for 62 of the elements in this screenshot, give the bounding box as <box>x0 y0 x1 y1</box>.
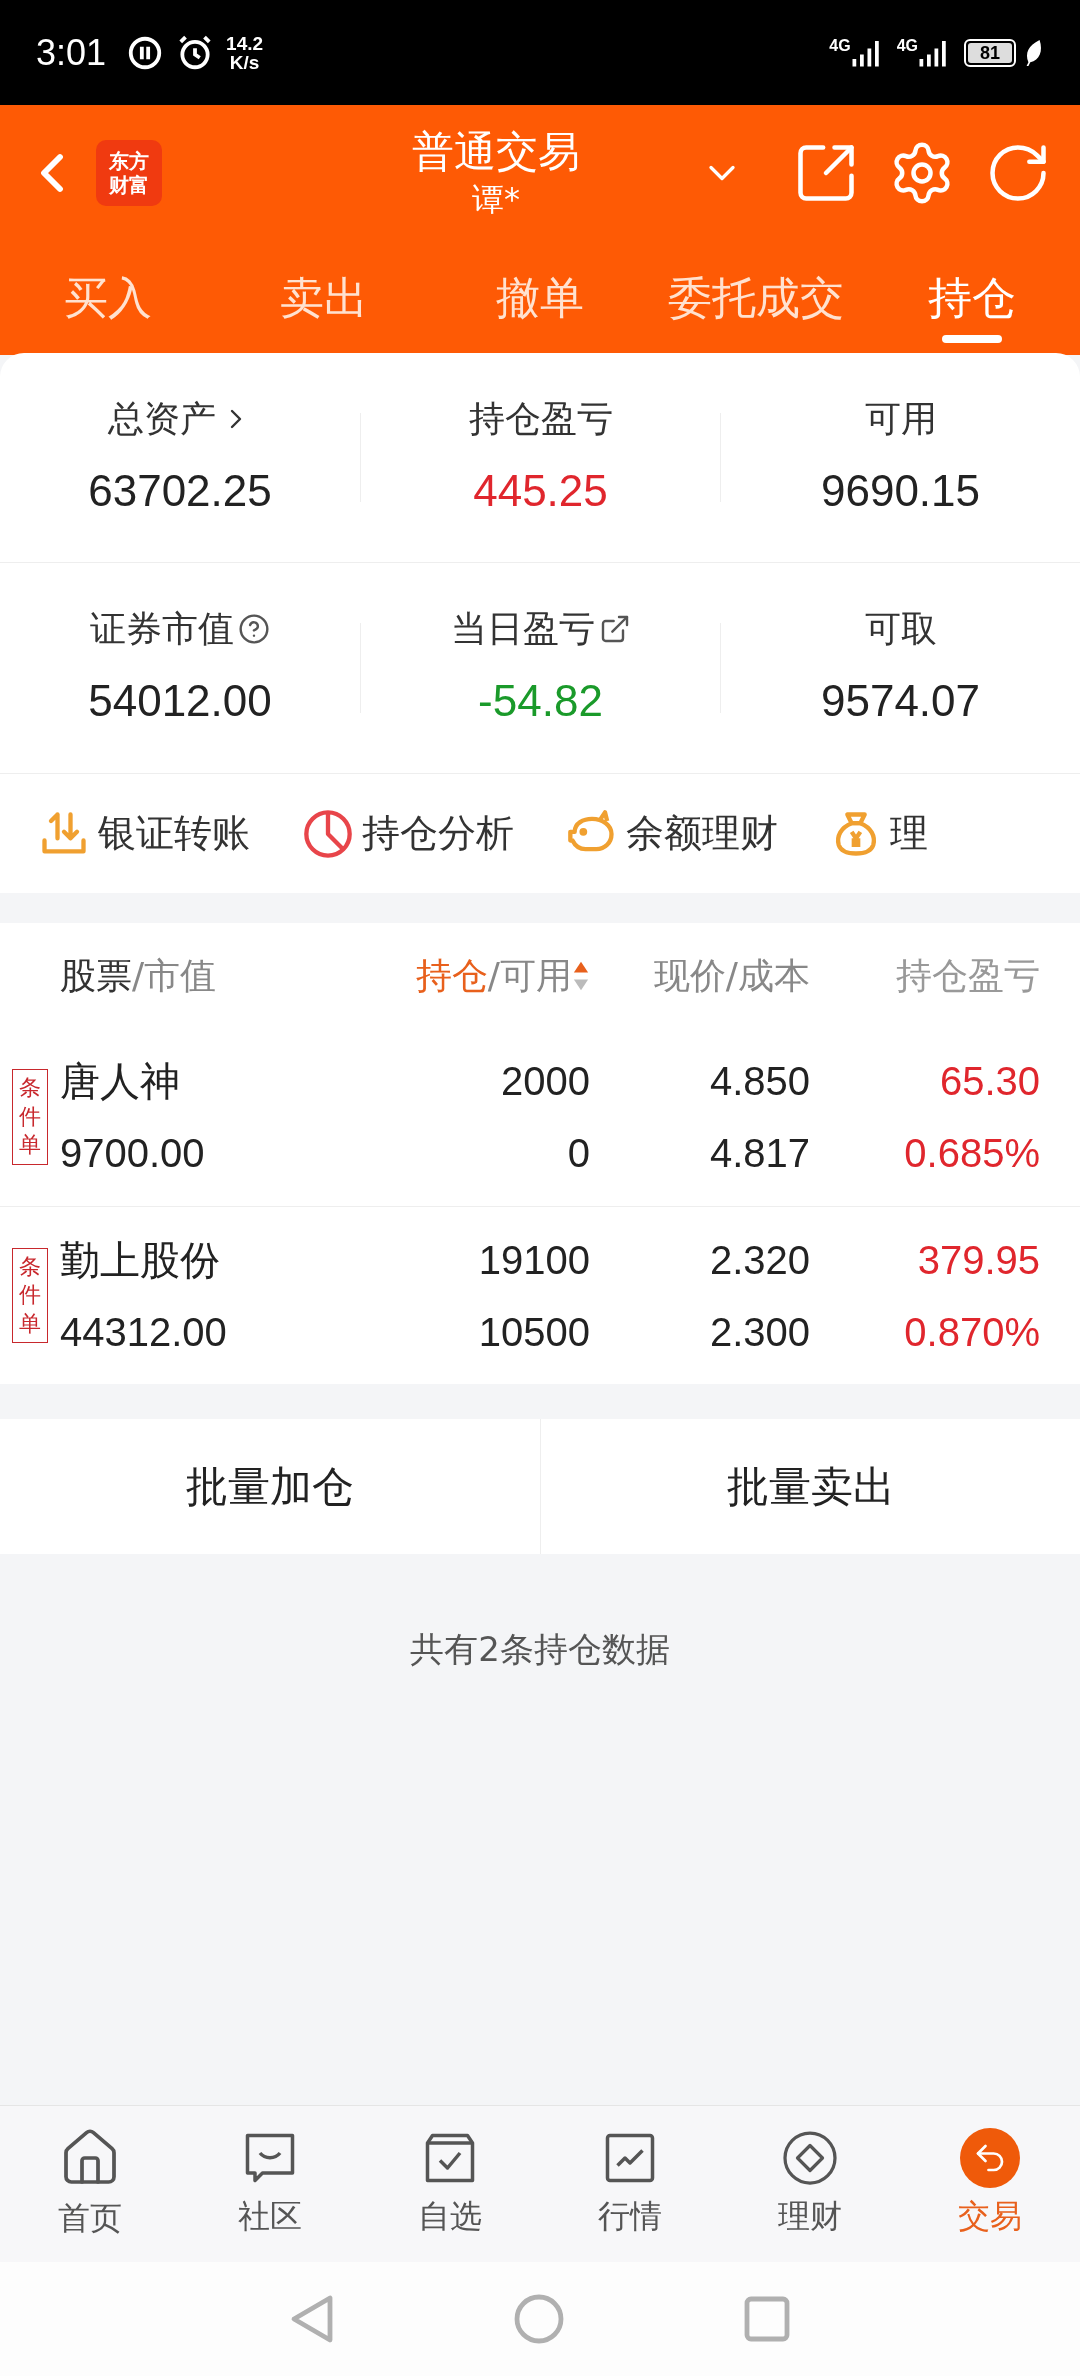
summary-value: 9690.15 <box>820 464 981 517</box>
profit-loss-percent: 0.685% <box>904 1130 1040 1177</box>
summary-label: 可取 <box>864 607 937 651</box>
battery-level: 81 <box>980 43 1000 62</box>
available-quantity: 10500 <box>478 1308 590 1356</box>
summary-label: 证券市值 <box>90 607 234 651</box>
network-type: 4G <box>829 37 851 54</box>
shortcut-button[interactable]: 余额理财 <box>566 805 778 862</box>
holding-quantity: 19100 <box>478 1236 590 1284</box>
summary-value: 63702.25 <box>88 464 272 517</box>
nav-item[interactable]: 行情 <box>540 2106 720 2262</box>
recents-square-icon[interactable] <box>744 2296 790 2342</box>
column-header[interactable]: 股票/市值 <box>60 948 217 1003</box>
holding-quantity: 2000 <box>501 1058 590 1105</box>
nav-item[interactable]: 社区 <box>180 2106 360 2262</box>
diamond-circle-icon <box>780 2128 840 2188</box>
stock-name[interactable]: 唐人神 <box>60 1051 360 1111</box>
summary-value: 445.25 <box>473 464 608 517</box>
condition-order-tag: 条件单 <box>12 1247 48 1344</box>
network-speed: 14.2 <box>226 33 264 53</box>
batch-button[interactable]: 批量卖出 <box>540 1419 1080 1554</box>
holdings-count-note: 共有2条持仓数据 <box>410 1628 670 1671</box>
back-triangle-icon[interactable] <box>290 2294 334 2344</box>
market-value: 9700.00 <box>60 1130 206 1177</box>
pie-chart-icon <box>302 807 354 860</box>
summary-label: 持仓盈亏 <box>468 396 613 441</box>
summary-value: 54012.00 <box>88 675 272 727</box>
available-quantity: 0 <box>567 1130 590 1177</box>
stock-name[interactable]: 勤上股份 <box>60 1229 360 1290</box>
summary-value: 9574.07 <box>820 675 981 727</box>
condition-order-tag: 条件单 <box>12 1069 48 1165</box>
column-header[interactable]: 持仓/可用 <box>415 948 572 1003</box>
nav-item[interactable]: 理财 <box>720 2106 900 2262</box>
profit-loss: 65.30 <box>939 1058 1040 1105</box>
status-time: 3:01 <box>36 30 107 75</box>
column-header[interactable]: 现价/成本 <box>653 948 810 1003</box>
page-title: 普通交易 <box>412 125 580 178</box>
leaf-icon <box>1024 39 1044 66</box>
logo-text: 东方 <box>109 148 149 173</box>
cost-price: 4.817 <box>709 1130 810 1177</box>
summary-value: -54.82 <box>478 675 603 727</box>
profit-loss: 379.95 <box>917 1236 1040 1284</box>
current-price: 2.320 <box>709 1236 810 1284</box>
shortcut-button[interactable]: 理 <box>830 805 928 862</box>
summary-label: 可用 <box>864 396 937 441</box>
account-name: 谭* <box>472 178 520 220</box>
current-price: 4.850 <box>709 1058 810 1105</box>
shortcut-button[interactable]: 持仓分析 <box>302 805 514 862</box>
speed-unit: K/s <box>229 52 260 72</box>
batch-button[interactable]: 批量加仓 <box>0 1419 540 1554</box>
nav-item[interactable]: 自选 <box>360 2106 540 2262</box>
market-value: 44312.00 <box>60 1308 228 1356</box>
nav-item[interactable]: 首页 <box>0 2106 180 2262</box>
home-circle-icon[interactable] <box>514 2294 564 2344</box>
network-type: 4G <box>896 37 918 54</box>
summary-label: 当日盈亏 <box>450 607 595 651</box>
profit-loss-percent: 0.870% <box>904 1308 1040 1356</box>
shortcut-button[interactable]: 银证转账 <box>38 805 250 862</box>
help-icon <box>238 613 270 645</box>
logo-text: 财富 <box>109 172 149 197</box>
summary-label: 总资产 <box>108 396 216 441</box>
cost-price: 2.300 <box>709 1308 810 1356</box>
